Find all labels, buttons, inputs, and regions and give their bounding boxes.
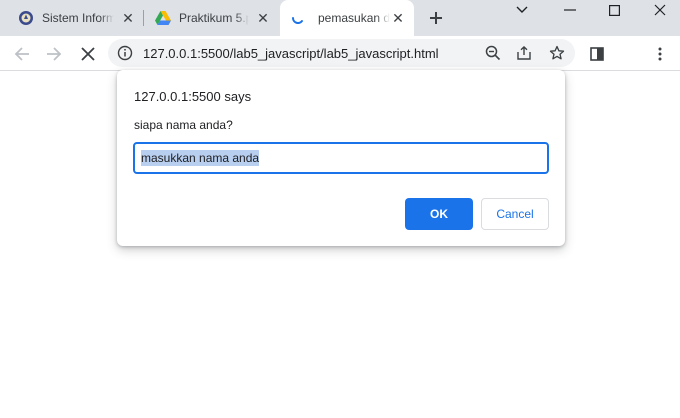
arrow-left-icon [14, 47, 29, 61]
side-panel-button[interactable] [585, 42, 609, 66]
google-drive-icon [155, 10, 171, 26]
menu-button[interactable] [648, 42, 672, 66]
side-panel-icon [590, 47, 604, 61]
ok-button[interactable]: OK [405, 198, 473, 230]
star-icon[interactable] [547, 43, 567, 63]
dialog-title: 127.0.0.1:5500 says [134, 89, 252, 104]
close-window-button[interactable] [646, 0, 674, 20]
site-info-icon[interactable] [115, 43, 135, 63]
tab-title: pemasukan d [318, 11, 390, 25]
tab-divider [143, 10, 144, 26]
tab-pemasukan-active[interactable]: pemasukan d ✕ [280, 0, 414, 36]
forward-button[interactable] [42, 42, 66, 66]
prompt-input-value: masukkan nama anda [141, 150, 260, 166]
tab-search-button[interactable] [508, 0, 536, 20]
share-icon[interactable] [514, 43, 534, 63]
close-icon [654, 4, 666, 16]
close-icon[interactable]: ✕ [255, 10, 271, 26]
university-logo-icon [18, 10, 34, 26]
tab-strip: Sistem Inform ✕ Praktikum 5.p ✕ pemasuka… [0, 0, 680, 36]
browser-toolbar: 127.0.0.1:5500/lab5_javascript/lab5_java… [0, 36, 680, 71]
tab-title: Sistem Inform [42, 11, 114, 25]
cancel-button[interactable]: Cancel [481, 198, 549, 230]
minimize-icon [564, 9, 576, 11]
new-tab-button[interactable] [426, 8, 446, 28]
address-bar[interactable]: 127.0.0.1:5500/lab5_javascript/lab5_java… [108, 39, 575, 67]
chevron-down-icon [516, 6, 528, 13]
tab-praktikum[interactable]: Praktikum 5.p ✕ [155, 0, 273, 36]
prompt-input[interactable]: masukkan nama anda [133, 142, 549, 174]
kebab-menu-icon [658, 47, 662, 61]
plus-icon [430, 12, 442, 24]
maximize-button[interactable] [600, 0, 628, 20]
tab-title: Praktikum 5.p [179, 11, 249, 25]
dialog-message: siapa nama anda? [134, 118, 233, 132]
prompt-dialog: 127.0.0.1:5500 says siapa nama anda? mas… [117, 70, 565, 246]
close-icon[interactable]: ✕ [390, 10, 406, 26]
minimize-button[interactable] [556, 0, 584, 20]
maximize-icon [608, 4, 620, 16]
loading-spinner-icon [290, 10, 306, 26]
stop-loading-button[interactable] [76, 42, 100, 66]
zoom-icon[interactable] [483, 43, 503, 63]
close-icon [81, 47, 95, 61]
back-button[interactable] [10, 42, 34, 66]
url-text: 127.0.0.1:5500/lab5_javascript/lab5_java… [143, 46, 439, 61]
arrow-right-icon [47, 47, 62, 61]
close-icon[interactable]: ✕ [120, 10, 136, 26]
tab-sistem-informasi[interactable]: Sistem Inform ✕ [18, 0, 138, 36]
